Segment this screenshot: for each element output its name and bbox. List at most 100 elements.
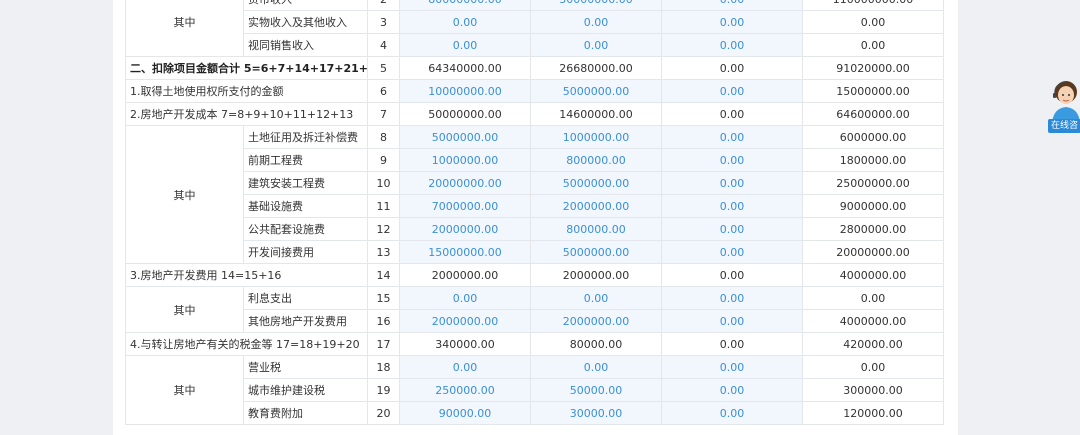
item-label: 实物收入及其他收入 <box>243 10 368 34</box>
total-value: 2800000.00 <box>802 217 944 241</box>
line-number: 18 <box>367 355 400 379</box>
amount-value: 2000000.00 <box>530 263 662 287</box>
item-label: 其他房地产开发费用 <box>243 309 368 333</box>
total-value: 6000000.00 <box>802 125 944 149</box>
land-vat-table: 其中 货币收入 2 80000000.00 30000000.00 0.00 1… <box>125 0 944 425</box>
group-label: 其中 <box>125 355 244 425</box>
amount-input[interactable]: 0.00 <box>661 401 803 425</box>
amount-input[interactable]: 7000000.00 <box>399 194 531 218</box>
total-value: 4000000.00 <box>802 309 944 333</box>
amount-input[interactable]: 30000.00 <box>530 401 662 425</box>
amount-input[interactable]: 30000000.00 <box>530 0 662 11</box>
amount-input[interactable]: 0.00 <box>530 10 662 34</box>
amount-input[interactable]: 0.00 <box>661 240 803 264</box>
item-label: 教育费附加 <box>243 401 368 425</box>
item-label: 土地征用及拆迁补偿费 <box>243 125 368 149</box>
amount-input[interactable]: 0.00 <box>661 171 803 195</box>
amount-value: 80000.00 <box>530 332 662 356</box>
amount-input[interactable]: 0.00 <box>661 378 803 402</box>
item-label: 1.取得土地使用权所支付的金额 <box>125 79 368 103</box>
total-value: 120000.00 <box>802 401 944 425</box>
amount-input[interactable]: 5000000.00 <box>530 79 662 103</box>
amount-input[interactable]: 0.00 <box>661 217 803 241</box>
amount-input[interactable]: 20000000.00 <box>399 171 531 195</box>
amount-input[interactable]: 5000000.00 <box>530 171 662 195</box>
line-number: 14 <box>367 263 400 287</box>
line-number: 20 <box>367 401 400 425</box>
amount-input[interactable]: 800000.00 <box>530 148 662 172</box>
total-value: 110000000.00 <box>802 0 944 11</box>
form-page: 其中 货币收入 2 80000000.00 30000000.00 0.00 1… <box>113 0 958 435</box>
amount-input[interactable]: 0.00 <box>399 286 531 310</box>
amount-value: 0.00 <box>661 56 803 80</box>
amount-input[interactable]: 2000000.00 <box>399 217 531 241</box>
amount-input[interactable]: 800000.00 <box>530 217 662 241</box>
amount-input[interactable]: 0.00 <box>661 194 803 218</box>
amount-input[interactable]: 15000000.00 <box>399 240 531 264</box>
item-label: 利息支出 <box>243 286 368 310</box>
amount-input[interactable]: 0.00 <box>661 309 803 333</box>
table-row: 城市维护建设税 19 250000.00 50000.00 0.00 30000… <box>126 378 944 402</box>
amount-input[interactable]: 80000000.00 <box>399 0 531 11</box>
amount-input[interactable]: 0.00 <box>661 125 803 149</box>
item-label: 开发间接费用 <box>243 240 368 264</box>
item-label: 城市维护建设税 <box>243 378 368 402</box>
amount-input[interactable]: 90000.00 <box>399 401 531 425</box>
group-label: 其中 <box>125 125 244 264</box>
amount-input[interactable]: 5000000.00 <box>399 125 531 149</box>
amount-input[interactable]: 5000000.00 <box>530 240 662 264</box>
amount-input[interactable]: 10000000.00 <box>399 79 531 103</box>
amount-value: 2000000.00 <box>399 263 531 287</box>
total-value: 0.00 <box>802 286 944 310</box>
amount-input[interactable]: 1000000.00 <box>399 148 531 172</box>
amount-input[interactable]: 0.00 <box>530 355 662 379</box>
amount-input[interactable]: 250000.00 <box>399 378 531 402</box>
line-number: 9 <box>367 148 400 172</box>
amount-input[interactable]: 0.00 <box>530 286 662 310</box>
line-number: 3 <box>367 10 400 34</box>
item-label: 二、扣除项目金额合计 5=6+7+14+17+21+22 <box>125 56 368 80</box>
amount-input[interactable]: 0.00 <box>661 0 803 11</box>
amount-input[interactable]: 2000000.00 <box>530 309 662 333</box>
table-row: 其中 利息支出 15 0.00 0.00 0.00 0.00 <box>125 286 944 333</box>
line-number: 11 <box>367 194 400 218</box>
line-number: 17 <box>367 332 400 356</box>
amount-input[interactable]: 0.00 <box>399 33 531 57</box>
total-value: 4000000.00 <box>802 263 944 287</box>
item-label: 建筑安装工程费 <box>243 171 368 195</box>
group-label: 其中 <box>125 286 244 333</box>
amount-value: 0.00 <box>661 263 803 287</box>
table-row: 前期工程费 9 1000000.00 800000.00 0.00 180000… <box>126 148 944 172</box>
table-row: 其中 货币收入 2 80000000.00 30000000.00 0.00 1… <box>125 0 944 57</box>
online-service-label[interactable]: 在线咨 <box>1048 119 1080 133</box>
amount-input[interactable]: 2000000.00 <box>530 194 662 218</box>
line-number: 8 <box>367 125 400 149</box>
amount-input[interactable]: 0.00 <box>661 33 803 57</box>
total-value: 20000000.00 <box>802 240 944 264</box>
amount-input[interactable]: 50000.00 <box>530 378 662 402</box>
item-label: 前期工程费 <box>243 148 368 172</box>
amount-input[interactable]: 2000000.00 <box>399 309 531 333</box>
table-row: 视同销售收入 4 0.00 0.00 0.00 0.00 <box>126 33 944 57</box>
item-label: 营业税 <box>243 355 368 379</box>
amount-input[interactable]: 0.00 <box>661 148 803 172</box>
amount-value: 0.00 <box>661 102 803 126</box>
amount-value: 14600000.00 <box>530 102 662 126</box>
table-row: 基础设施费 11 7000000.00 2000000.00 0.00 9000… <box>126 194 944 218</box>
amount-input[interactable]: 0.00 <box>399 355 531 379</box>
item-label: 货币收入 <box>243 0 368 11</box>
amount-input[interactable]: 0.00 <box>661 10 803 34</box>
table-row: 开发间接费用 13 15000000.00 5000000.00 0.00 20… <box>126 240 944 264</box>
amount-input[interactable]: 0.00 <box>661 79 803 103</box>
line-number: 4 <box>367 33 400 57</box>
line-number: 5 <box>367 56 400 80</box>
table-row: 其中 土地征用及拆迁补偿费 8 5000000.00 1000000.00 0.… <box>125 125 944 264</box>
amount-input[interactable]: 0.00 <box>530 33 662 57</box>
table-row: 2.房地产开发成本 7=8+9+10+11+12+13 7 50000000.0… <box>125 102 944 126</box>
amount-input[interactable]: 1000000.00 <box>530 125 662 149</box>
table-row: 公共配套设施费 12 2000000.00 800000.00 0.00 280… <box>126 217 944 241</box>
item-label: 视同销售收入 <box>243 33 368 57</box>
amount-input[interactable]: 0.00 <box>399 10 531 34</box>
amount-input[interactable]: 0.00 <box>661 355 803 379</box>
amount-input[interactable]: 0.00 <box>661 286 803 310</box>
